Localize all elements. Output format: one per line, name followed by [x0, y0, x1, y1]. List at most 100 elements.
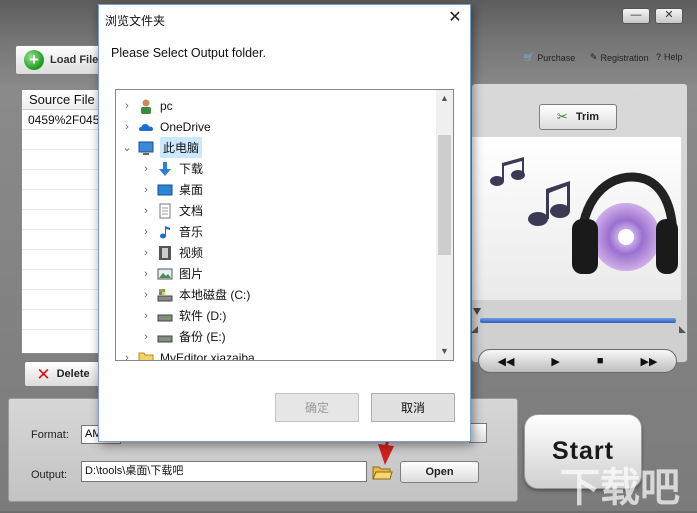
- purchase-link[interactable]: 🛒 Purchase: [523, 52, 575, 63]
- open-button[interactable]: Open: [400, 461, 479, 483]
- output-path-field[interactable]: D:\tools\桌面\下载吧: [81, 461, 367, 482]
- chevron-right-icon[interactable]: ›: [139, 163, 153, 175]
- stop-icon[interactable]: ■: [597, 355, 604, 367]
- video-icon: [159, 245, 171, 260]
- download-icon: [159, 161, 171, 176]
- watermark-logo: 下载吧: [560, 466, 680, 510]
- chevron-right-icon[interactable]: ›: [139, 289, 153, 301]
- purchase-label: Purchase: [537, 52, 576, 63]
- slider-left-handle[interactable]: [471, 326, 478, 333]
- list-item: [22, 150, 102, 170]
- tree-item-label: 备份 (E:): [179, 330, 226, 344]
- progress-slider[interactable]: [480, 318, 676, 323]
- list-item[interactable]: 0459%2F045: [22, 110, 102, 130]
- registration-link[interactable]: ✎ Registration: [590, 52, 649, 63]
- dialog-title: 浏览文件夹: [105, 14, 166, 28]
- tree-item-label: 图片: [179, 267, 204, 281]
- play-icon[interactable]: ▶: [551, 355, 559, 368]
- chevron-right-icon[interactable]: ›: [139, 226, 153, 238]
- scroll-thumb[interactable]: [438, 135, 451, 255]
- help-label: Help: [664, 52, 683, 62]
- plus-icon: +: [24, 50, 44, 70]
- chevron-right-icon[interactable]: ›: [120, 100, 134, 112]
- tree-item-label: 文档: [179, 204, 204, 218]
- tree-item-pc[interactable]: › pc: [120, 95, 173, 116]
- drive-icon: [157, 314, 173, 321]
- cancel-button[interactable]: 取消: [371, 393, 455, 422]
- desktop-icon: [157, 184, 173, 195]
- slider-right-handle[interactable]: [679, 326, 686, 333]
- tree-item-label: 音乐: [179, 225, 204, 239]
- system-drive-icon: [157, 288, 173, 301]
- tree-item-downloads[interactable]: › 下载: [139, 158, 203, 179]
- tree-item-this-pc[interactable]: ⌄ 此电脑: [120, 137, 203, 158]
- browse-folder-icon[interactable]: [371, 462, 393, 482]
- list-item: [22, 310, 102, 330]
- cloud-icon: [139, 123, 153, 131]
- trim-label: Trim: [575, 111, 600, 123]
- document-icon: [159, 203, 171, 218]
- picture-icon: [157, 268, 173, 279]
- tree-item-pictures[interactable]: › 图片: [139, 263, 203, 284]
- drive-icon: [157, 335, 173, 342]
- album-art: [472, 137, 681, 300]
- rewind-icon[interactable]: ◀◀: [498, 355, 515, 368]
- folder-icon: [138, 352, 154, 360]
- list-item: [22, 290, 102, 310]
- tree-item-myeditor[interactable]: › MyEditor xiazaiba: [120, 347, 255, 361]
- help-link[interactable]: ? Help: [656, 52, 683, 62]
- cart-icon: 🛒: [523, 52, 535, 62]
- list-item: [22, 210, 102, 230]
- headphones-music-icon: [490, 157, 678, 274]
- help-icon: ?: [656, 52, 662, 62]
- chevron-right-icon[interactable]: ›: [120, 352, 134, 361]
- dialog-close-icon[interactable]: ✕: [442, 7, 468, 29]
- tree-item-desktop[interactable]: › 桌面: [139, 179, 203, 200]
- scroll-down-icon[interactable]: ▼: [436, 343, 453, 360]
- tree-item-label: 本地磁盘 (C:): [179, 288, 251, 302]
- chevron-right-icon[interactable]: ›: [139, 205, 153, 217]
- user-icon: [141, 99, 151, 114]
- list-item: [22, 230, 102, 250]
- tree-item-videos[interactable]: › 视频: [139, 242, 203, 263]
- close-app-button[interactable]: ✕: [655, 8, 683, 24]
- tree-item-drive-d[interactable]: › 软件 (D:): [139, 305, 226, 326]
- tree-item-onedrive[interactable]: › OneDrive: [120, 116, 211, 137]
- list-item: [22, 170, 102, 190]
- tree-item-drive-c[interactable]: › 本地磁盘 (C:): [139, 284, 250, 305]
- chevron-down-icon[interactable]: ⌄: [120, 141, 134, 154]
- delete-button[interactable]: ✕ Delete: [24, 361, 102, 387]
- tree-item-label: 下载: [179, 162, 204, 176]
- folder-tree[interactable]: › pc › OneDrive ⌄ 此电脑 › 下载 › 桌面 › 文档 › 音…: [115, 89, 454, 361]
- tree-item-documents[interactable]: › 文档: [139, 200, 203, 221]
- list-item: [22, 190, 102, 210]
- playback-controls: ◀◀ ▶ ■ ▶▶: [478, 349, 677, 373]
- delete-label: Delete: [56, 368, 90, 380]
- ok-button[interactable]: 确定: [275, 393, 359, 422]
- tree-item-label: OneDrive: [160, 119, 211, 134]
- tree-item-label: 软件 (D:): [179, 309, 227, 323]
- scroll-up-icon[interactable]: ▲: [436, 90, 453, 107]
- tree-item-drive-e[interactable]: › 备份 (E:): [139, 326, 226, 347]
- music-icon: [160, 225, 170, 238]
- chevron-right-icon[interactable]: ›: [139, 268, 153, 280]
- trim-button[interactable]: ✂ Trim: [539, 104, 617, 130]
- chevron-right-icon[interactable]: ›: [120, 121, 134, 133]
- chevron-right-icon[interactable]: ›: [139, 331, 153, 343]
- source-file-list[interactable]: Source File 0459%2F045: [21, 89, 103, 354]
- fast-forward-icon[interactable]: ▶▶: [641, 355, 658, 368]
- output-label: Output:: [31, 469, 68, 481]
- slider-start-marker[interactable]: [473, 308, 481, 315]
- key-icon: ✎: [590, 52, 598, 62]
- format-dropdown-arrow[interactable]: [469, 423, 487, 443]
- minimize-button[interactable]: —: [622, 8, 650, 24]
- chevron-right-icon[interactable]: ›: [139, 247, 153, 259]
- tree-item-music[interactable]: › 音乐: [139, 221, 203, 242]
- tree-scrollbar[interactable]: ▲ ▼: [436, 90, 453, 360]
- chevron-right-icon[interactable]: ›: [139, 310, 153, 322]
- delete-x-icon: ✕: [36, 364, 51, 384]
- load-file-button[interactable]: + Load File: [15, 45, 105, 75]
- chevron-right-icon[interactable]: ›: [139, 184, 153, 196]
- tree-item-label: pc: [160, 98, 173, 113]
- source-file-header[interactable]: Source File: [22, 90, 102, 110]
